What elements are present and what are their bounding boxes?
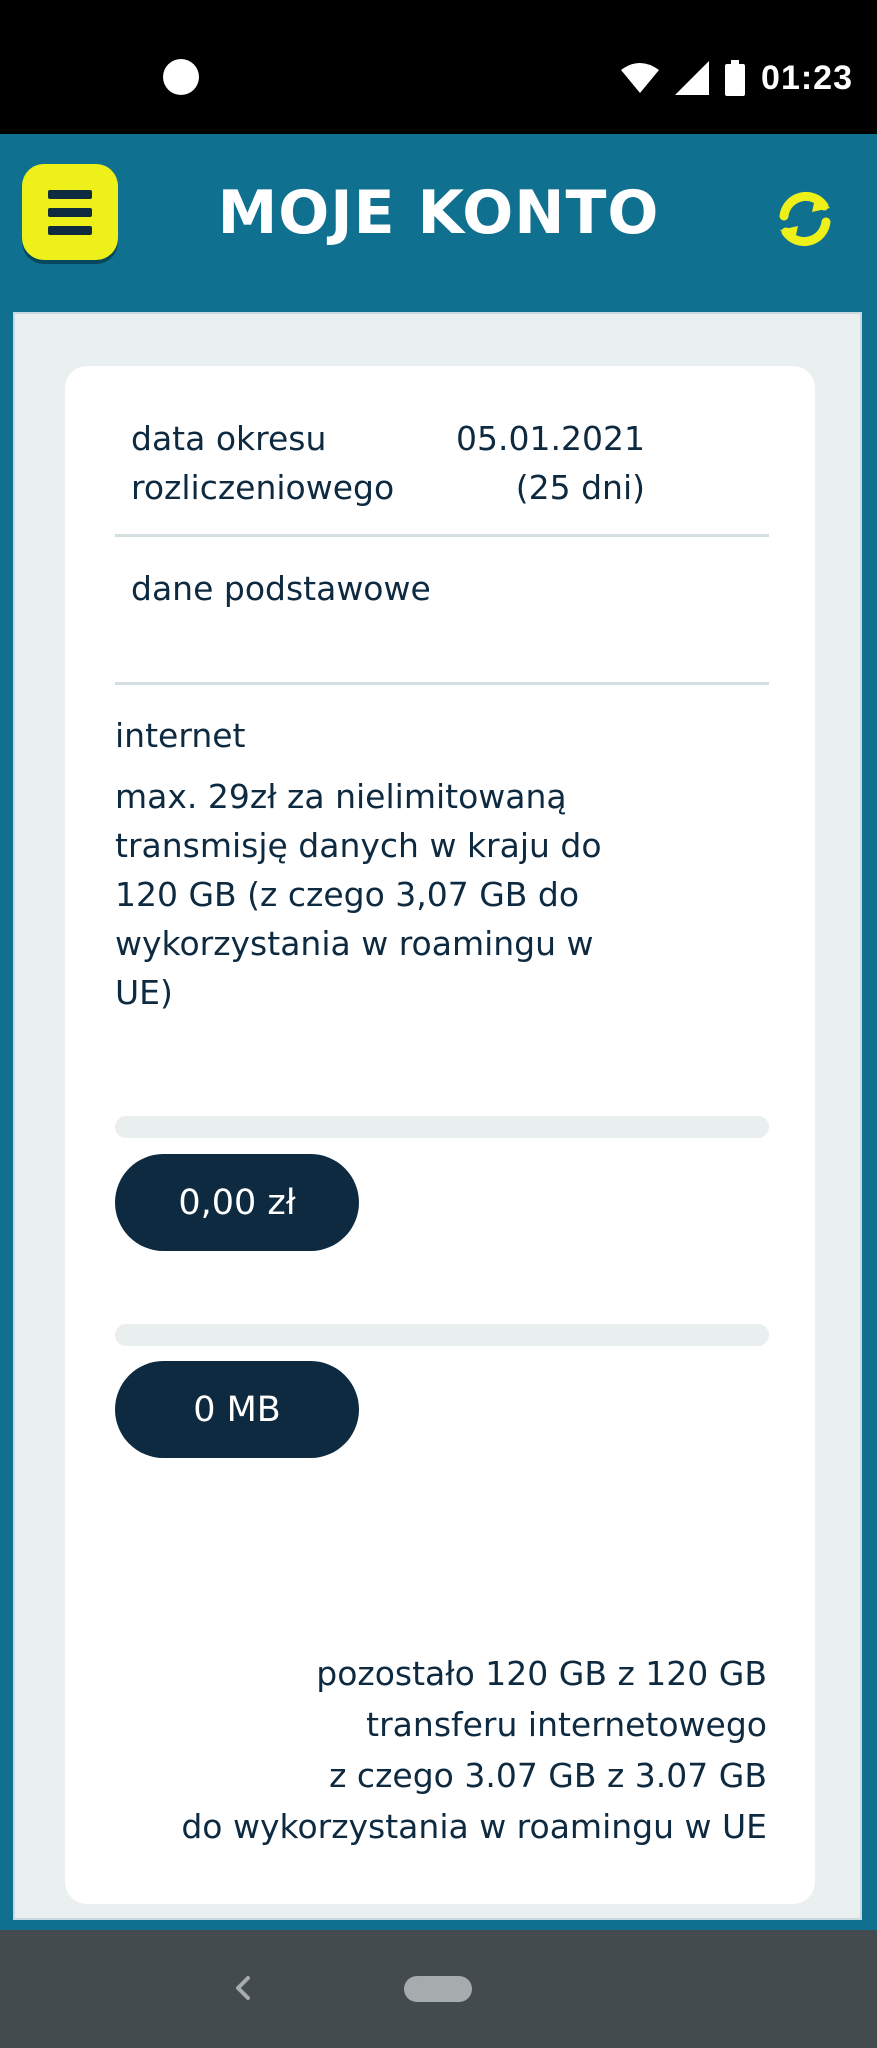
summary-line: z czego 3.07 GB z 3.07 GB — [329, 1756, 767, 1795]
internet-label: internet — [115, 716, 246, 755]
battery-icon — [725, 60, 746, 96]
basic-data-label: dane podstawowe — [131, 569, 431, 608]
refresh-button[interactable] — [770, 184, 840, 254]
system-nav-bar — [0, 1930, 877, 2048]
usage-summary: pozostało 120 GB z 120 GB transferu inte… — [67, 1648, 767, 1852]
summary-line: transferu internetowego — [366, 1705, 767, 1744]
summary-line: do wykorzystania w roamingu w UE — [181, 1807, 767, 1846]
cost-badge: 0,00 zł — [115, 1154, 359, 1251]
signal-icon — [675, 61, 710, 95]
status-bar: 01:23 — [0, 0, 877, 134]
back-icon[interactable] — [226, 1970, 262, 2006]
app-header: MOJE KONTO — [0, 134, 877, 312]
home-pill-icon[interactable] — [404, 1976, 472, 2002]
refresh-icon — [779, 192, 831, 246]
wifi-icon — [621, 63, 660, 93]
billing-row: data okresu rozliczeniowego 05.01.2021 (… — [65, 414, 815, 514]
data-badge: 0 MB — [115, 1361, 359, 1458]
data-usage-bar — [115, 1324, 769, 1346]
content-panel: data okresu rozliczeniowego 05.01.2021 (… — [13, 312, 862, 1920]
cost-usage-bar — [115, 1116, 769, 1138]
internet-description: max. 29zł za nielimitowaną transmisję da… — [115, 777, 602, 1012]
notification-dot-icon — [163, 59, 199, 95]
account-card: data okresu rozliczeniowego 05.01.2021 (… — [65, 366, 815, 1904]
page-title: MOJE KONTO — [217, 178, 660, 248]
status-time: 01:23 — [761, 58, 853, 97]
billing-value: 05.01.2021 (25 dni) — [456, 419, 645, 507]
summary-line: pozostało 120 GB z 120 GB — [316, 1654, 767, 1693]
divider — [115, 534, 769, 537]
divider — [115, 682, 769, 685]
billing-label: data okresu rozliczeniowego — [131, 419, 395, 507]
status-icons: 01:23 — [621, 52, 853, 104]
